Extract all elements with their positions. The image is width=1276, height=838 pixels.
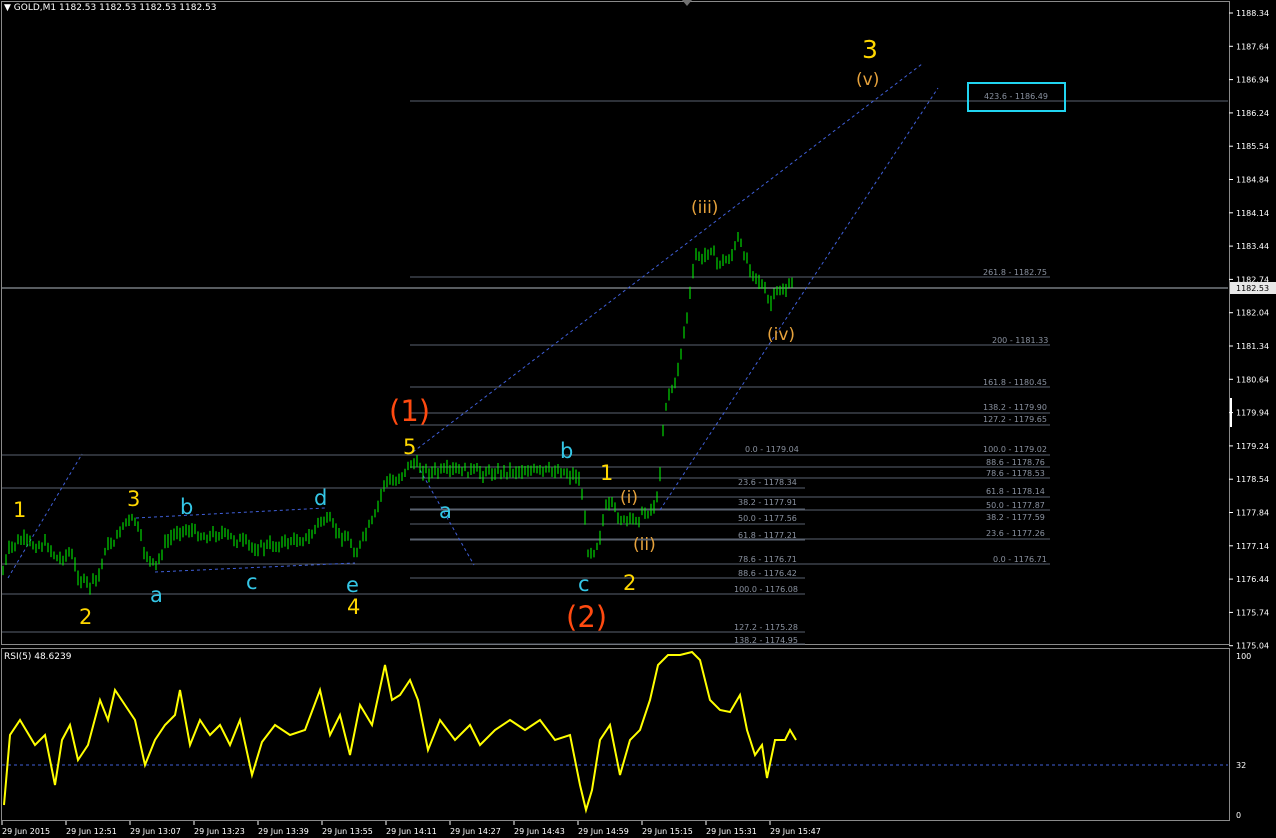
fib-label-a: 78.6 - 1176.71 [738,555,797,564]
price-tick-label: 1188.34 [1236,9,1269,18]
time-tick-label: 29 Jun 15:15 [642,827,693,836]
rsi-header: RSI(5) 48.6239 [4,652,72,662]
price-tick-label: 1177.14 [1236,542,1269,551]
fib-label-ext: 161.8 - 1180.45 [983,378,1047,387]
price-tick-label: 1184.14 [1236,209,1269,218]
wave-label: 2 [623,571,636,595]
wave-label: 3 [127,487,140,511]
price-tick-label: 1183.44 [1236,242,1269,251]
rsi-level-label: 100 [1236,652,1251,661]
time-tick-label: 29 Jun 14:43 [514,827,565,836]
time-tick-label: 29 Jun 15:47 [770,827,821,836]
wave-label: a [150,583,163,607]
wave-label: 5 [403,435,416,459]
fib-label-ext: 261.8 - 1182.75 [983,268,1047,277]
price-axis: 1188.34 1187.64 1186.94 1186.24 1185.54 1184.… [1229,9,1269,651]
fib-label-b: 78.6 - 1178.53 [986,469,1045,478]
price-tick-label: 1186.24 [1236,109,1269,118]
wave-label: (2) [566,600,607,634]
time-tick-label: 29 Jun 13:55 [322,827,373,836]
wave-label: 1 [600,461,613,485]
fib-label-a: 100.0 - 1176.08 [734,585,798,594]
wave-label: e [346,573,359,597]
current-price-label: 1182.53 [1236,284,1269,293]
wave-labels: 1 2 3 4 5 a b c d e (1) (2) a b c 1 2 (i… [13,35,879,634]
wave-label: b [560,439,573,463]
price-chart[interactable]: 423.6 - 1186.49 261.8 - 1182.75 200 - 11… [0,0,1276,838]
fib-label-a: 0.0 - 1179.04 [745,445,799,454]
chart-shift-marker-icon[interactable] [682,0,692,6]
price-tick-label: 1182.04 [1236,309,1269,318]
wave-label: c [578,572,590,596]
ohlc-label: 1182.53 1182.53 1182.53 1182.53 [59,3,217,13]
wave-label: b [180,495,193,519]
fib-label-ext: 127.2 - 1179.65 [983,415,1047,424]
menu-triangle-icon[interactable]: ▼ [4,3,11,13]
fib-label-b: 61.8 - 1178.14 [986,487,1045,496]
fib-label-ext: 200 - 1181.33 [992,336,1048,345]
price-tick-label: 1187.64 [1236,42,1269,51]
fib-label-ext: 138.2 - 1179.90 [983,403,1047,412]
wave-label: (i) [620,488,638,508]
fib-label-b: 100.0 - 1179.02 [983,445,1047,454]
price-tick-label: 1181.34 [1236,342,1269,351]
wave-label: (iv) [767,325,795,345]
price-tick-label: 1175.04 [1236,642,1269,651]
price-tick-label: 1185.54 [1236,142,1269,151]
time-tick-label: 29 Jun 13:39 [258,827,309,836]
time-tick-label: 29 Jun 14:27 [450,827,501,836]
time-tick-label: 29 Jun 13:23 [194,827,245,836]
fib-label-b: 23.6 - 1177.26 [986,529,1045,538]
wave-label: (ii) [633,535,656,555]
rsi-axis: 100 32 0 [1236,652,1251,820]
price-tick-label: 1175.74 [1236,608,1269,617]
rsi-level-label: 32 [1236,761,1246,770]
fib-label-a: 50.0 - 1177.56 [738,514,797,523]
wave-label: a [439,499,452,523]
time-tick-label: 29 Jun 14:11 [386,827,437,836]
time-tick-label: 29 Jun 14:59 [578,827,629,836]
symbol-label: GOLD,M1 [13,3,57,13]
fib-label-a: 23.6 - 1178.34 [738,478,797,487]
rsi-frame [1,648,1230,821]
fib-label-b: 88.6 - 1178.76 [986,458,1045,467]
wave-label: c [246,570,258,594]
time-tick-label: 29 Jun 2015 [2,827,50,836]
wave-label: 4 [347,595,360,619]
fib-label-b: 0.0 - 1176.71 [993,555,1047,564]
wave-label: 3 [862,35,878,64]
time-axis: 29 Jun 2015 29 Jun 12:51 29 Jun 13:07 29 Ju… [1,821,821,836]
channel-lines [7,63,939,579]
price-tick-label: 1179.24 [1236,442,1269,451]
time-tick-label: 29 Jun 15:31 [706,827,757,836]
fib-label-a: 88.6 - 1176.42 [738,569,797,578]
fib-label-a: 138.2 - 1174.95 [734,636,798,645]
rsi-line [3,650,797,814]
wave-label: d [314,486,327,510]
price-tick-label: 1184.84 [1236,176,1269,185]
time-tick-label: 29 Jun 13:07 [130,827,181,836]
fib-label-a: 61.8 - 1177.21 [738,531,797,540]
chart-header: ▼ GOLD,M1 1182.53 1182.53 1182.53 1182.5… [4,3,216,13]
wave-label: (v) [856,70,879,90]
fib-label-a: 127.2 - 1175.28 [734,623,798,632]
fib-label-b: 50.0 - 1177.87 [986,501,1045,510]
fib-label-b: 38.2 - 1177.59 [986,513,1045,522]
fib-label-a: 38.2 - 1177.91 [738,498,797,507]
time-tick-label: 29 Jun 12:51 [66,827,117,836]
wave-label: 2 [79,605,92,629]
price-tick-label: 1180.64 [1236,375,1269,384]
wave-label: 1 [13,498,26,522]
wave-label: (iii) [691,198,718,218]
price-tick-label: 1186.94 [1236,76,1269,85]
price-tick-label: 1177.84 [1236,509,1269,518]
rsi-level-label: 0 [1236,811,1241,820]
price-tick-label: 1176.44 [1236,575,1269,584]
price-tick-label: 1179.94 [1236,409,1269,418]
fib-label-target: 423.6 - 1186.49 [984,92,1048,101]
fib-label-group: 423.6 - 1186.49 261.8 - 1182.75 200 - 11… [734,92,1048,645]
wave-label: (1) [389,394,430,428]
price-tick-label: 1178.54 [1236,475,1269,484]
